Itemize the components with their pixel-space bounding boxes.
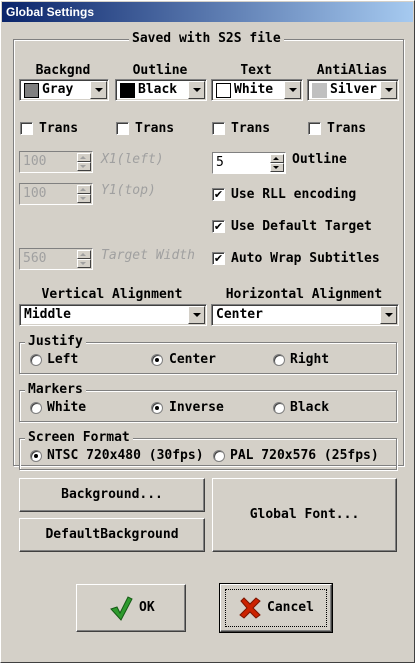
spin-up-icon xyxy=(77,250,91,259)
text-color-select[interactable]: White xyxy=(211,79,303,101)
spin-up-icon xyxy=(77,185,91,194)
ntsc-radio[interactable] xyxy=(30,450,42,462)
markers-black-radio[interactable] xyxy=(273,402,285,414)
justify-right-radio[interactable] xyxy=(273,354,285,366)
antialias-header: AntiAlias xyxy=(316,63,388,78)
chevron-down-icon[interactable] xyxy=(380,81,397,99)
outline-color-header: Outline xyxy=(132,63,188,78)
spin-up-icon xyxy=(77,153,91,162)
auto-wrap-checkbox[interactable]: ✔ xyxy=(212,252,225,265)
title-bar: Global Settings xyxy=(2,2,413,22)
rll-encoding-label: Use RLL encoding xyxy=(231,187,357,202)
x1-left-spinner: 100 xyxy=(19,151,93,173)
text-trans-label: Trans xyxy=(231,121,271,136)
target-width-label: Target Width xyxy=(101,248,195,263)
backgnd-header: Backgnd xyxy=(35,63,91,78)
antialias-color-select[interactable]: Silver xyxy=(307,79,399,101)
chevron-down-icon[interactable] xyxy=(284,81,301,99)
horizontal-alignment-select[interactable]: Center xyxy=(211,304,399,326)
text-trans-checkbox[interactable] xyxy=(212,122,225,135)
chevron-down-icon[interactable] xyxy=(188,81,205,99)
ntsc-label: NTSC 720x480 (30fps) xyxy=(47,448,204,463)
outline-width-label: Outline xyxy=(292,152,347,167)
cancel-button[interactable]: Cancel xyxy=(219,583,333,633)
outline-color-select[interactable]: Black xyxy=(115,79,207,101)
spin-down-icon[interactable] xyxy=(270,163,284,172)
white-swatch xyxy=(216,83,231,98)
background-button[interactable]: Background... xyxy=(19,478,205,512)
outline-trans-label: Trans xyxy=(135,121,175,136)
backgnd-color-select[interactable]: Gray xyxy=(19,79,109,101)
gray-swatch xyxy=(24,83,39,98)
spin-down-icon xyxy=(77,259,91,268)
x1-left-label: X1(left) xyxy=(101,152,164,167)
justify-right-label: Right xyxy=(290,352,330,367)
global-font-button[interactable]: Global Font... xyxy=(212,478,397,552)
global-settings-window: Global Settings Saved with S2S file Back… xyxy=(0,0,415,663)
spin-up-icon[interactable] xyxy=(270,154,284,163)
y1-top-spinner: 100 xyxy=(19,183,93,205)
silver-swatch xyxy=(312,83,327,98)
red-x-icon xyxy=(239,597,261,619)
black-swatch xyxy=(120,83,135,98)
chevron-down-icon[interactable] xyxy=(90,81,107,99)
justify-left-label: Left xyxy=(47,352,79,367)
pal-label: PAL 720x576 (25fps) xyxy=(230,448,379,463)
markers-white-radio[interactable] xyxy=(30,402,42,414)
justify-left-radio[interactable] xyxy=(30,354,42,366)
antialias-trans-label: Trans xyxy=(327,121,367,136)
green-checkmark-icon xyxy=(110,596,133,621)
default-target-label: Use Default Target xyxy=(231,219,372,234)
justify-center-radio[interactable] xyxy=(151,354,163,366)
vertical-alignment-header: Vertical Alignment xyxy=(41,287,183,302)
default-target-checkbox[interactable]: ✔ xyxy=(212,220,225,233)
pal-radio[interactable] xyxy=(213,450,225,462)
horizontal-alignment-header: Horizontal Alignment xyxy=(225,287,383,302)
y1-top-label: Y1(top) xyxy=(101,183,156,198)
window-title: Global Settings xyxy=(6,5,95,19)
antialias-trans-checkbox[interactable] xyxy=(308,122,321,135)
text-color-header: Text xyxy=(240,63,272,78)
rll-encoding-checkbox[interactable]: ✔ xyxy=(212,188,225,201)
backgnd-trans-label: Trans xyxy=(39,121,79,136)
markers-inverse-radio[interactable] xyxy=(151,402,163,414)
chevron-down-icon[interactable] xyxy=(188,306,205,324)
ok-button[interactable]: OK xyxy=(76,584,186,632)
cancel-label: Cancel xyxy=(267,600,314,615)
target-width-spinner: 560 xyxy=(19,248,93,270)
vertical-alignment-select[interactable]: Middle xyxy=(19,304,207,326)
ok-label: OK xyxy=(139,600,155,615)
saved-group-title: Saved with S2S file xyxy=(129,31,284,46)
markers-inverse-label: Inverse xyxy=(169,400,224,415)
spin-down-icon xyxy=(77,194,91,203)
outline-width-spinner[interactable]: 5 xyxy=(212,152,286,174)
markers-white-label: White xyxy=(47,400,87,415)
markers-title: Markers xyxy=(25,382,86,397)
screen-format-title: Screen Format xyxy=(25,430,133,445)
spin-down-icon xyxy=(77,162,91,171)
backgnd-trans-checkbox[interactable] xyxy=(20,122,33,135)
default-background-button[interactable]: DefaultBackground xyxy=(19,518,205,552)
outline-trans-checkbox[interactable] xyxy=(116,122,129,135)
markers-black-label: Black xyxy=(290,400,330,415)
auto-wrap-label: Auto Wrap Subtitles xyxy=(231,251,380,266)
chevron-down-icon[interactable] xyxy=(380,306,397,324)
justify-center-label: Center xyxy=(169,352,216,367)
justify-title: Justify xyxy=(25,334,86,349)
